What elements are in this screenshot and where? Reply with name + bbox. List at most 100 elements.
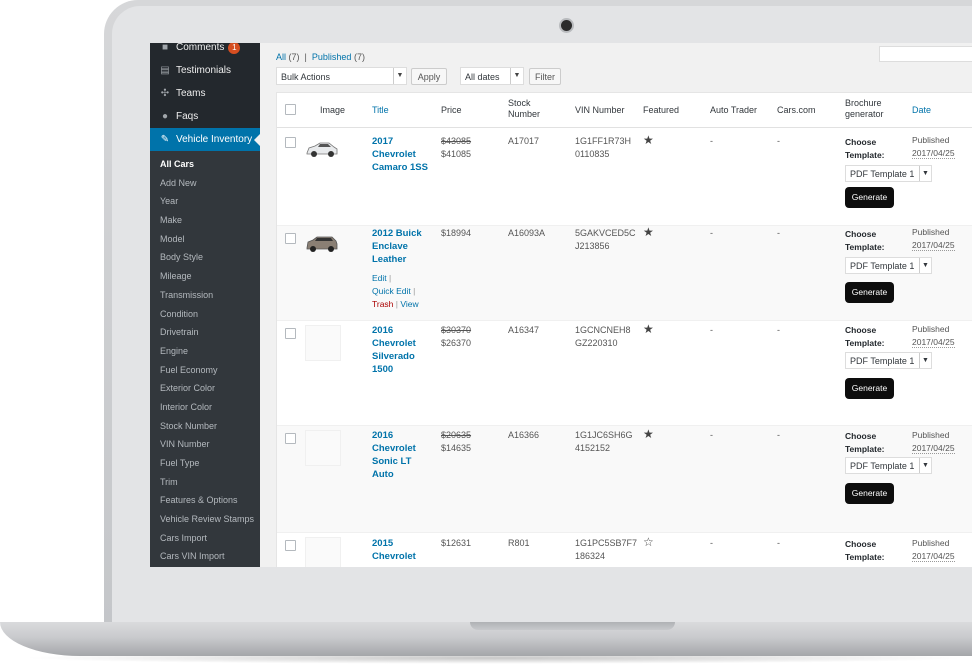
sidebar-item-testimonials[interactable]: ▤ Testimonials (150, 59, 260, 82)
car-thumbnail[interactable] (305, 233, 339, 255)
submenu-item-engine[interactable]: Engine (150, 342, 260, 361)
view-link[interactable]: View (400, 299, 418, 309)
info-icon: ● (161, 111, 169, 122)
car-thumbnail-placeholder[interactable] (305, 537, 341, 567)
submenu-item-make[interactable]: Make (150, 211, 260, 230)
car-title-link[interactable]: 2016 Chevrolet Sonic LT Auto (372, 429, 416, 481)
submenu-item-year[interactable]: Year (150, 192, 260, 211)
featured-star-icon[interactable]: ★ (643, 427, 654, 441)
template-select[interactable]: PDF Template 1 ▼ (845, 257, 932, 274)
row-actions: Edit | Quick Edit | Trash | View (372, 273, 419, 309)
row-checkbox[interactable] (285, 433, 296, 444)
generate-button[interactable]: Generate (845, 483, 894, 504)
submenu-item-fuel-type[interactable]: Fuel Type (150, 454, 260, 473)
date-cell: Published 2017/04/25 (912, 324, 955, 348)
sidebar-item-vehicle-inventory[interactable]: ✎ Vehicle Inventory (150, 128, 260, 151)
date-filter-select[interactable]: All dates ▼ (460, 67, 524, 85)
date-cell: Published 2017/04/25 (912, 227, 955, 251)
filter-published-link[interactable]: Published (312, 52, 352, 62)
apply-button[interactable]: Apply (411, 68, 447, 85)
template-select[interactable]: PDF Template 1 ▼ (845, 352, 932, 369)
submenu-item-add-new[interactable]: Add New (150, 174, 260, 193)
template-select[interactable]: PDF Template 1 ▼ (845, 165, 932, 182)
generate-button[interactable]: Generate (845, 378, 894, 399)
car-title-link[interactable]: 2017 Chevrolet Camaro 1SS (372, 135, 428, 174)
sidebar-item-label: Testimonials (176, 65, 232, 76)
submenu-item-condition[interactable]: Condition (150, 305, 260, 324)
car-title-link[interactable]: 2015 Chevrolet (372, 537, 416, 563)
laptop-notch (470, 622, 675, 630)
submenu-item-trim[interactable]: Trim (150, 473, 260, 492)
date-cell: Published 2017/04/25 (912, 430, 955, 454)
table-row: 2012 Buick Enclave Leather Edit | Quick Ed… (277, 225, 972, 321)
generate-button[interactable]: Generate (845, 187, 894, 208)
submenu-item-model[interactable]: Model (150, 230, 260, 249)
sidebar-item-teams[interactable]: ✣ Teams (150, 82, 260, 105)
submenu-item-body-style[interactable]: Body Style (150, 248, 260, 267)
column-date[interactable]: Date (912, 105, 931, 116)
date-filter-value: All dates (465, 72, 500, 82)
submenu-item-fuel-economy[interactable]: Fuel Economy (150, 361, 260, 380)
submenu-item-vehicle-review-stamps[interactable]: Vehicle Review Stamps (150, 510, 260, 529)
car-thumbnail-placeholder[interactable] (305, 430, 341, 466)
row-checkbox[interactable] (285, 540, 296, 551)
car-title-link[interactable]: 2016 Chevrolet Silverado 1500 (372, 324, 416, 376)
old-price: $43085 (441, 136, 472, 146)
featured-star-icon[interactable]: ★ (643, 225, 654, 239)
edit-icon: ✎ (160, 134, 170, 145)
submenu-item-drivetrain[interactable]: Drivetrain (150, 323, 260, 342)
row-checkbox[interactable] (285, 328, 296, 339)
car-thumbnail[interactable] (305, 138, 339, 160)
submenu-item-exterior-color[interactable]: Exterior Color (150, 379, 260, 398)
column-vin: VIN Number (575, 105, 625, 115)
edit-link[interactable]: Edit (372, 273, 387, 283)
generate-button[interactable]: Generate (845, 282, 894, 303)
camera-icon (561, 20, 572, 31)
vin-number: 1GCNCNEH8 GZ220310 (575, 325, 631, 348)
submenu-item-cars-vin-import[interactable]: Cars VIN Import (150, 547, 260, 566)
submenu-item-stock-number[interactable]: Stock Number (150, 417, 260, 436)
column-price: Price (441, 105, 462, 115)
sidebar-item-comments[interactable]: ■ Comments 1 (150, 43, 260, 59)
vehicle-inventory-submenu: All Cars Add New Year Make Model Body St… (150, 151, 260, 567)
submenu-item-mileage[interactable]: Mileage (150, 267, 260, 286)
template-select[interactable]: PDF Template 1 ▼ (845, 457, 932, 474)
search-input[interactable] (879, 46, 972, 62)
table-row: 2017 Chevrolet Camaro 1SS $43085 $41085 A1… (277, 128, 972, 226)
date-cell: Published 2017/04/25 (912, 538, 955, 562)
submenu-item-interior-color[interactable]: Interior Color (150, 398, 260, 417)
date-cell: Published 2017/04/25 (912, 135, 955, 159)
cars-com-value: - (777, 325, 780, 335)
admin-sidebar: ■ Comments 1 ▤ Testimonials ✣ Teams ● Faq… (150, 43, 260, 567)
car-thumbnail-placeholder[interactable] (305, 325, 341, 361)
price-cell: $43085 $41085 (441, 135, 471, 161)
price-cell: $30370 $26370 (441, 324, 471, 350)
row-checkbox[interactable] (285, 233, 296, 244)
submenu-item-features-options[interactable]: Features & Options (150, 491, 260, 510)
sidebar-item-faqs[interactable]: ● Faqs (150, 105, 260, 128)
submenu-item-transmission[interactable]: Transmission (150, 286, 260, 305)
featured-star-icon[interactable]: ★ (643, 322, 654, 336)
submenu-item-cars-import[interactable]: Cars Import (150, 529, 260, 548)
trash-link[interactable]: Trash (372, 299, 393, 309)
chevron-down-icon: ▼ (510, 68, 523, 84)
chevron-down-icon: ▼ (919, 353, 931, 368)
column-brochure: Brochure generator (845, 98, 884, 119)
submenu-item-all-cars[interactable]: All Cars (150, 155, 260, 174)
car-title-link[interactable]: 2012 Buick Enclave Leather (372, 227, 422, 266)
select-all-checkbox[interactable] (285, 104, 296, 115)
filter-button[interactable]: Filter (529, 68, 561, 85)
featured-star-outline-icon[interactable]: ☆ (643, 535, 654, 549)
submenu-item-vin-number[interactable]: VIN Number (150, 435, 260, 454)
car-title-cell: 2017 Chevrolet Camaro 1SS (372, 135, 428, 174)
filter-all-link[interactable]: All (276, 52, 286, 62)
choose-template-label: Choose Template: (845, 431, 885, 454)
featured-star-icon[interactable]: ★ (643, 133, 654, 147)
comment-count-badge: 1 (228, 43, 241, 54)
bulk-actions-select[interactable]: Bulk Actions ▼ (276, 67, 407, 85)
row-checkbox[interactable] (285, 137, 296, 148)
column-title[interactable]: Title (372, 105, 389, 116)
cars-table: Image Title Price Stock Number VIN Number… (276, 92, 972, 567)
quick-edit-link[interactable]: Quick Edit (372, 286, 411, 296)
auto-trader-value: - (710, 538, 713, 548)
